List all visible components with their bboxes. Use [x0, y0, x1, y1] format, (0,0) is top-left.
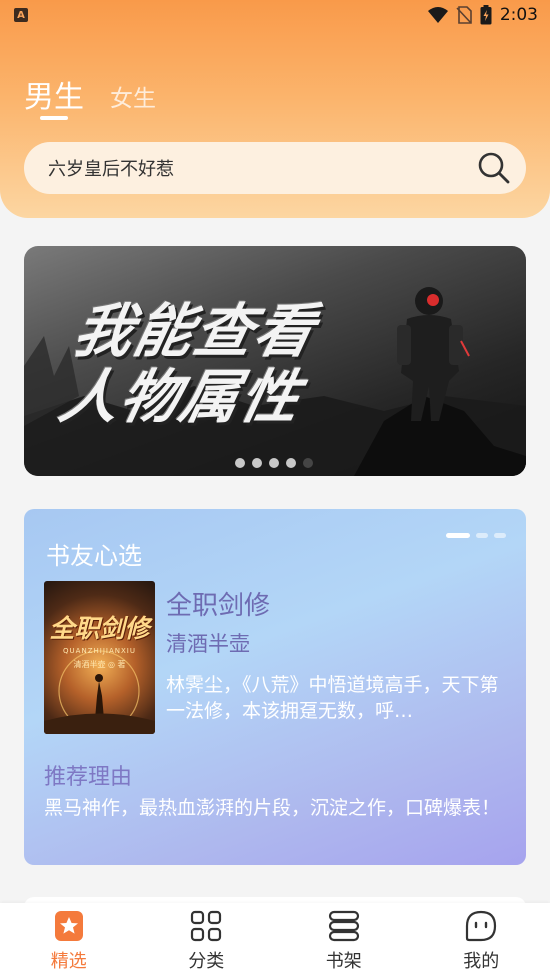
book-author: 清酒半壶	[166, 632, 250, 656]
book-title[interactable]: 全职剑修	[166, 585, 270, 622]
nav-label-category: 分类	[188, 951, 225, 972]
nav-label-profile: 我的	[463, 951, 500, 972]
cover-subtitle: QUANZHIJIANXIU	[63, 647, 136, 655]
card-page-dot	[476, 533, 488, 538]
wifi-icon	[427, 7, 448, 23]
battery-icon	[480, 5, 492, 25]
search-input[interactable]: 六岁皇后不好惹	[48, 155, 468, 181]
search-icon[interactable]	[468, 142, 520, 194]
status-time: 2:03	[499, 5, 538, 25]
cover-title: 全职剑修	[49, 614, 150, 643]
reason-label: 推荐理由	[44, 765, 133, 790]
nav-item-category[interactable]: 分类	[138, 903, 275, 973]
tab-female[interactable]: 女生	[110, 79, 156, 116]
status-indicators: 2:03	[427, 5, 538, 25]
category-grid-icon	[189, 909, 223, 943]
banner-dot[interactable]	[286, 458, 296, 468]
cover-art	[44, 650, 155, 734]
gender-tabs: 男生 女生	[24, 72, 156, 120]
banner-dot[interactable]	[252, 458, 262, 468]
banner-pagination	[235, 458, 313, 468]
promo-banner[interactable]: 我能查看 人物属性	[24, 246, 526, 476]
search-bar[interactable]: 六岁皇后不好惹	[24, 142, 526, 194]
nav-label-bookshelf: 书架	[325, 951, 362, 972]
book-cover[interactable]: 全职剑修 QUANZHIJIANXIU 清酒半壶 ◎ 著	[44, 581, 155, 734]
reader-picks-card[interactable]: 书友心选 全职剑修 QUANZHIJIANXIU 清酒半壶 ◎ 著 全职剑修 清…	[24, 509, 526, 865]
header: A 2:03 男生 女生 六岁皇后不好惹	[0, 0, 550, 218]
banner-title: 我能查看 人物属性	[53, 297, 323, 431]
nav-item-featured[interactable]: 精选	[0, 903, 137, 973]
card-page-indicator	[446, 533, 506, 538]
banner-dot[interactable]	[303, 458, 313, 468]
profile-face-icon	[464, 909, 498, 943]
banner-dot[interactable]	[269, 458, 279, 468]
status-bar: A 2:03	[0, 0, 550, 32]
no-sim-icon	[456, 6, 472, 24]
nav-item-bookshelf[interactable]: 书架	[275, 903, 412, 973]
card-page-dot	[446, 533, 470, 538]
card-page-dot	[494, 533, 506, 538]
nav-item-profile[interactable]: 我的	[413, 903, 550, 973]
banner-dot[interactable]	[235, 458, 245, 468]
bottom-nav: 精选 分类 书架 我的	[0, 903, 550, 979]
reason-text: 黑马神作，最热血澎湃的片段，沉淀之作，口碑爆表！	[44, 797, 501, 819]
app-notification-icon: A	[14, 8, 28, 22]
card-heading: 书友心选	[46, 542, 142, 570]
book-description: 林霁尘，《八荒》中悟道境高手，天下第一法修，本该拥趸无数，呼…	[166, 674, 499, 722]
featured-star-icon	[52, 909, 86, 943]
tab-male[interactable]: 男生	[24, 72, 84, 120]
nav-label-featured: 精选	[50, 951, 87, 972]
cover-author: 清酒半壶 ◎ 著	[73, 660, 126, 669]
bookshelf-icon	[327, 909, 361, 943]
